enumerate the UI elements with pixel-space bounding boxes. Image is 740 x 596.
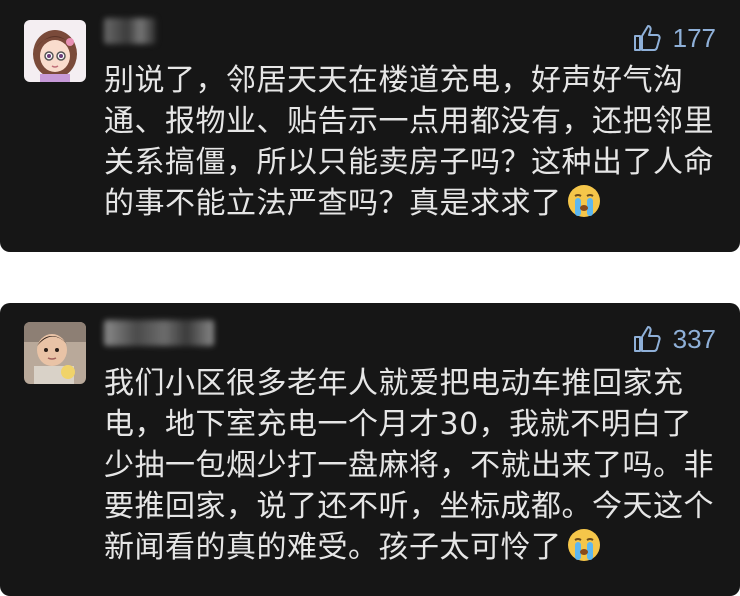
avatar[interactable]	[24, 20, 86, 82]
thumbs-up-icon	[633, 25, 661, 51]
like-button[interactable]: 177	[631, 22, 716, 54]
like-count: 337	[672, 323, 716, 354]
thumbs-up-icon	[633, 326, 661, 352]
username-blurred[interactable]	[104, 18, 156, 44]
comment-body: 我们小区很多老年人就爱把电动车推回家充电，地下室充电一个月才30，我就不明白了少…	[104, 366, 714, 565]
avatar-cartoon-girl-icon	[24, 20, 86, 82]
comment-card: 337 我们小区很多老年人就爱把电动车推回家充电，地下室充电一个月才30，我就不…	[0, 303, 740, 596]
avatar[interactable]	[24, 322, 86, 384]
comment-body: 别说了，邻居天天在楼道充电，好声好气沟通、报物业、贴告示一点用都没有，还把邻里关…	[104, 63, 714, 221]
crying-face-icon	[567, 529, 600, 561]
like-count: 177	[672, 22, 716, 53]
avatar-child-photo-icon	[24, 322, 86, 384]
comment-card: 177 别说了，邻居天天在楼道充电，好声好气沟通、报物业、贴告示一点用都没有，还…	[0, 0, 740, 252]
comment-text: 我们小区很多老年人就爱把电动车推回家充电，地下室充电一个月才30，我就不明白了少…	[104, 363, 714, 568]
comment-text: 别说了，邻居天天在楼道充电，好声好气沟通、报物业、贴告示一点用都没有，还把邻里关…	[104, 60, 714, 224]
like-button[interactable]: 337	[631, 323, 716, 355]
username-blurred[interactable]	[104, 320, 214, 346]
crying-face-icon	[567, 185, 600, 217]
